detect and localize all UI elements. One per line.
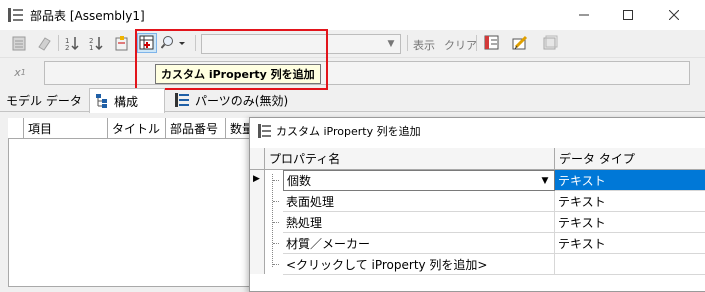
eraser-icon[interactable]: [34, 33, 54, 53]
property-name-combo[interactable]: 個数 ▼: [283, 170, 555, 191]
tab-label: 構成: [114, 94, 139, 109]
column-header-data-type[interactable]: データ タイプ: [555, 148, 705, 170]
edit-properties-icon[interactable]: [510, 33, 530, 53]
current-row-arrow-icon: ▶: [253, 174, 260, 184]
column-header-label: タイトル: [112, 121, 161, 136]
chevron-down-icon[interactable]: ▼: [538, 174, 552, 188]
row-selector-column: [250, 170, 265, 274]
add-iproperty-prompt: <クリックして iProperty 列を追加>: [286, 257, 488, 272]
chevron-down-icon: ▼: [387, 39, 395, 49]
column-header[interactable]: 部品番号: [166, 118, 226, 139]
dialog-title-bar: カスタム iProperty 列を追加: [250, 118, 705, 144]
column-header-label: 部品番号: [170, 121, 219, 136]
property-name-value: 熱処理: [286, 215, 323, 230]
filter-show-button[interactable]: 表示: [413, 37, 435, 53]
sort-ascending-icon[interactable]: 12: [64, 33, 84, 53]
tooltip: カスタム iProperty 列を追加: [155, 64, 321, 84]
parts-list-icon: [175, 93, 189, 107]
data-type-value: テキスト: [558, 236, 606, 251]
data-type-cell[interactable]: テキスト: [555, 233, 705, 254]
bom-settings-icon[interactable]: [10, 33, 30, 53]
bom-app-icon: [8, 8, 24, 25]
tab-parts-only[interactable]: パーツのみ(無効): [175, 88, 288, 112]
toolbar-separator: [58, 35, 59, 51]
tab-label: パーツのみ(無効): [195, 93, 289, 108]
column-header-label: データ タイプ: [559, 152, 635, 166]
minimize-button[interactable]: [561, 0, 607, 30]
property-name-cell[interactable]: 材質／メーカー: [283, 233, 555, 254]
column-header-property-name[interactable]: プロパティ名: [265, 148, 555, 170]
structure-tree-icon: [96, 94, 110, 108]
tab-label: モデル データ: [6, 93, 82, 108]
tree-line: [273, 222, 279, 223]
tree-line: [273, 201, 279, 202]
column-chooser-icon[interactable]: [482, 33, 502, 53]
property-name-value: 個数: [287, 174, 312, 188]
svg-text:1: 1: [89, 44, 93, 51]
data-type-cell[interactable]: テキスト: [555, 170, 705, 191]
add-iproperty-row[interactable]: <クリックして iProperty 列を追加>: [283, 254, 555, 275]
renumber-icon[interactable]: [112, 33, 132, 53]
data-type-cell[interactable]: [555, 254, 705, 275]
property-name-cell[interactable]: 熱処理: [283, 212, 555, 233]
data-type-cell[interactable]: テキスト: [555, 212, 705, 233]
property-name-value: 表面処理: [286, 194, 335, 209]
tree-line: [273, 243, 279, 244]
tab-structured[interactable]: 構成: [89, 88, 165, 113]
title-bar: 部品表 [Assembly1]: [0, 0, 705, 30]
bom-table: [8, 118, 256, 287]
toolbar-separator: [407, 35, 408, 51]
dialog-icon: [258, 124, 272, 138]
row-header-corner: [250, 148, 265, 170]
row-header-corner: [8, 118, 24, 139]
expression-icon[interactable]: x1: [9, 62, 31, 82]
column-header-label: 項目: [28, 121, 53, 136]
tree-line: [273, 180, 279, 181]
filter-clear-button[interactable]: クリア: [444, 37, 477, 53]
tree-line: [272, 174, 280, 267]
tab-model-data[interactable]: モデル データ: [6, 88, 82, 112]
window-title: 部品表 [Assembly1]: [30, 9, 145, 23]
property-name-value: 材質／メーカー: [286, 236, 371, 251]
column-header-label: プロパティ名: [269, 152, 341, 166]
toolbar-separator: [476, 35, 477, 51]
tree-line: [273, 264, 279, 265]
dialog-title: カスタム iProperty 列を追加: [276, 125, 421, 138]
svg-text:2: 2: [65, 44, 69, 51]
sort-descending-icon[interactable]: 21: [88, 33, 108, 53]
export-icon[interactable]: [540, 33, 560, 53]
maximize-button[interactable]: [605, 0, 651, 30]
column-header[interactable]: 項目: [24, 118, 108, 139]
data-type-value: テキスト: [558, 194, 606, 209]
close-button[interactable]: [651, 0, 697, 30]
data-type-cell[interactable]: テキスト: [555, 191, 705, 212]
property-name-cell[interactable]: 表面処理: [283, 191, 555, 212]
data-type-value: テキスト: [558, 173, 606, 188]
column-header[interactable]: タイトル: [108, 118, 166, 139]
data-type-value: テキスト: [558, 215, 606, 230]
